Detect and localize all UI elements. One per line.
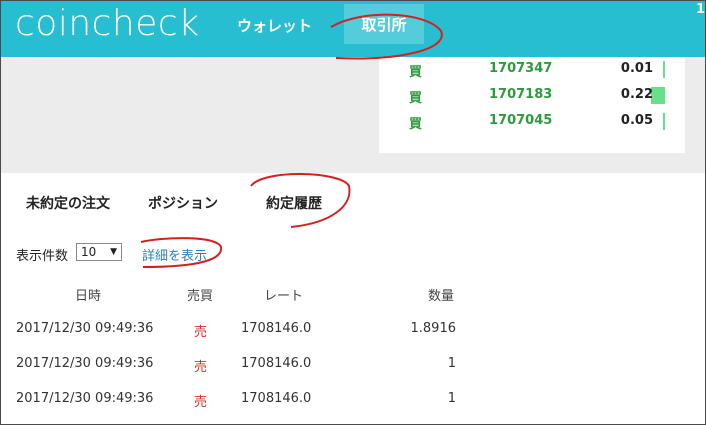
nav-exchange[interactable]: 取引所: [344, 4, 424, 44]
display-count-select[interactable]: 10 ▼: [76, 243, 122, 261]
tab-positions[interactable]: ポジション: [148, 193, 218, 213]
display-count-value: 10: [81, 245, 97, 259]
column-header-side: 売買: [187, 289, 214, 304]
header-corner-text: 1: [695, 2, 705, 17]
column-header-time: 日時: [75, 289, 102, 304]
depth-bar: [663, 61, 665, 78]
display-count-label: 表示件数: [16, 249, 69, 264]
trade-qty: 1: [447, 356, 456, 371]
orderbook-card: 買 1707347 0.01 買 1707183 0.22 買 1707045 …: [379, 57, 685, 153]
trade-time: 2017/12/30 09:49:36: [16, 356, 154, 371]
column-header-qty: 数量: [428, 289, 455, 304]
orderbook-rate: 1707183: [489, 87, 553, 102]
orderbook-side: 買: [409, 117, 423, 132]
trade-time: 2017/12/30 09:49:36: [16, 321, 154, 336]
top-header: coincheck ウォレット 取引所 1: [1, 1, 705, 57]
orderbook-qty: 0.22: [620, 87, 653, 102]
trade-side: 売: [194, 360, 208, 375]
tab-trade-history[interactable]: 約定履歴: [266, 193, 322, 213]
show-details-link[interactable]: 詳細を表示: [142, 245, 207, 264]
nav-wallet[interactable]: ウォレット: [237, 15, 312, 36]
table-row: 2017/12/30 09:49:36 売 1708146.0 1: [1, 391, 705, 424]
trade-side: 売: [194, 325, 208, 340]
trade-side: 売: [194, 395, 208, 410]
table-row: 2017/12/30 09:49:36 売 1708146.0 1.8916: [1, 321, 705, 356]
trade-rate: 1708146.0: [241, 356, 312, 371]
trade-time: 2017/12/30 09:49:36: [16, 391, 154, 406]
orderbook-rate: 1707347: [489, 61, 553, 76]
coincheck-logo[interactable]: coincheck: [15, 3, 200, 44]
orderbook-row: 買 1707347 0.01: [379, 57, 685, 83]
orderbook-side: 買: [409, 65, 423, 80]
app-window: coincheck ウォレット 取引所 1 買 1707347 0.01 買 1…: [0, 0, 706, 425]
trade-qty: 1: [447, 391, 456, 406]
tab-open-orders[interactable]: 未約定の注文: [26, 193, 110, 213]
orderbook-side: 買: [409, 91, 423, 106]
trade-rate: 1708146.0: [241, 391, 312, 406]
trade-history-panel: 未約定の注文 ポジション 約定履歴 表示件数 10 ▼ 詳細を表示 日時 売買 …: [1, 173, 705, 424]
depth-bar: [663, 113, 665, 130]
orderbook-rate: 1707045: [489, 113, 553, 128]
depth-bar: [651, 87, 665, 104]
trade-qty: 1.8916: [410, 321, 457, 336]
table-row: 2017/12/30 09:49:36 売 1708146.0 1: [1, 356, 705, 391]
orderbook-row: 買 1707045 0.05: [379, 109, 685, 135]
orderbook-qty: 0.01: [620, 61, 653, 76]
chevron-down-icon: ▼: [110, 247, 117, 257]
orderbook-row: 買 1707183 0.22: [379, 83, 685, 109]
column-header-rate: レート: [264, 289, 304, 304]
orderbook-qty: 0.05: [620, 113, 653, 128]
trade-rate: 1708146.0: [241, 321, 312, 336]
